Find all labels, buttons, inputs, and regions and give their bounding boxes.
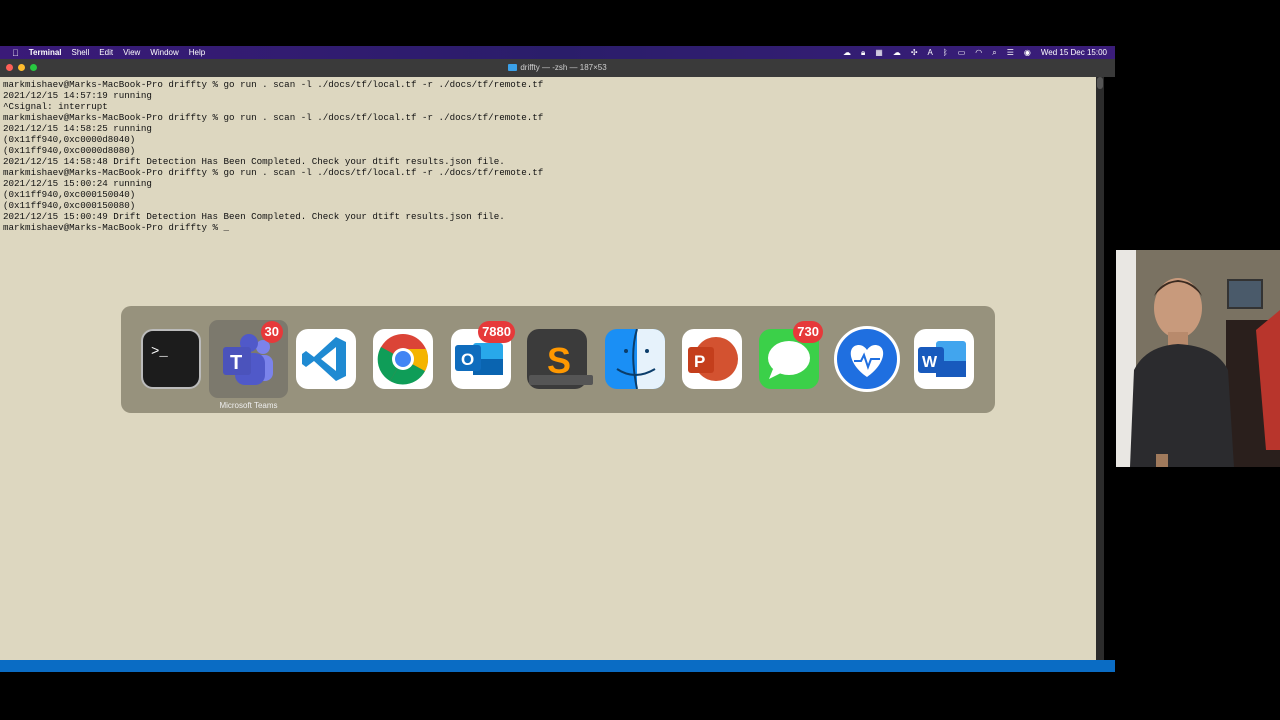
word-icon[interactable]: W [914,329,974,389]
vscode-icon[interactable] [296,329,356,389]
svg-text:>_: >_ [151,344,168,360]
heart-monitor-icon[interactable] [834,326,900,392]
terminal-line: 2021/12/15 15:00:24 running [3,178,152,189]
app-switcher-selected-label: Microsoft Teams [219,401,278,410]
menubar-clock[interactable]: Wed 15 Dec 15:00 [1041,48,1107,57]
menu-window[interactable]: Window [150,48,178,57]
scrollbar-thumb[interactable] [1097,77,1103,89]
terminal-scrollbar[interactable] [1096,77,1104,664]
app-switcher: >_ T 30 O 7880 S P 730 W Microsoft Teams [121,306,995,413]
svg-text:O: O [461,350,474,369]
terminal-line: 2021/12/15 14:58:25 running [3,123,152,134]
svg-text:S: S [547,340,571,381]
svg-text:P: P [694,352,705,371]
terminal-line: (0x11ff940,0xc000150080) [3,200,136,211]
menu-bar:  Terminal Shell Edit View Window Help ☁… [0,46,1115,59]
terminal-line: (0x11ff940,0xc0000d8040) [3,134,136,145]
siri-icon[interactable]: ◉ [1024,48,1031,57]
window-title: driffty — -zsh — 187×53 [520,63,607,72]
messages-icon[interactable]: 730 [759,321,823,389]
battery-icon[interactable]: ▭ [958,48,966,57]
wifi-icon[interactable]: ◠ [975,48,982,57]
folder-icon [508,64,518,71]
terminal-line: (0x11ff940,0xc0000d8080) [3,145,136,156]
outlook-badge: 7880 [478,321,515,343]
menu-edit[interactable]: Edit [99,48,113,57]
terminal-line: markmishaev@Marks-MacBook-Pro driffty % … [3,112,544,123]
svg-text:W: W [922,354,938,371]
fan-icon[interactable]: ✣ [911,48,918,57]
terminal-line: 2021/12/15 14:57:19 running [3,90,152,101]
svg-text:T: T [230,352,242,374]
outlook-icon[interactable]: O 7880 [451,321,515,389]
terminal-line: markmishaev@Marks-MacBook-Pro driffty % … [3,222,230,233]
bluetooth-icon[interactable]: ᛒ [943,48,948,57]
teams-icon[interactable]: T 30 [219,321,283,389]
webcam-video [1116,250,1280,467]
terminal-icon[interactable]: >_ [141,329,201,389]
weather-icon[interactable]: ☁ [893,48,901,57]
menu-shell[interactable]: Shell [72,48,90,57]
control-center-icon[interactable]: ☰ [1007,48,1014,57]
menu-help[interactable]: Help [189,48,205,57]
finder-icon[interactable] [605,329,665,389]
powerpoint-icon[interactable]: P [682,329,742,389]
terminal-lines: markmishaev@Marks-MacBook-Pro driffty % … [3,79,543,233]
editor-status-bar [0,660,1115,672]
terminal-line: markmishaev@Marks-MacBook-Pro driffty % … [3,79,544,90]
terminal-line: 2021/12/15 15:00:49 Drift Detection Has … [3,211,505,222]
sublime-icon[interactable]: S [527,329,593,389]
terminal-line: (0x11ff940,0xc000150040) [3,189,136,200]
chrome-icon[interactable] [373,329,433,389]
window-titlebar[interactable]: driffty — -zsh — 187×53 [0,59,1115,77]
apple-icon[interactable]:  [12,48,19,58]
terminal-line: markmishaev@Marks-MacBook-Pro driffty % … [3,167,544,178]
status-menus: ☁ 🔒︎ ▦ ☁ ✣ A ᛒ ▭ ◠ ⌕ ☰ ◉ Wed 15 Dec 15:0… [843,46,1107,59]
terminal-line: ^Csignal: interrupt [3,101,108,112]
menu-terminal[interactable]: Terminal [29,48,62,57]
grid-icon[interactable]: ▦ [875,48,883,57]
cloud-icon[interactable]: ☁ [843,48,851,57]
messages-badge: 730 [793,321,823,343]
terminal-line: 2021/12/15 14:58:48 Drift Detection Has … [3,156,505,167]
teams-badge: 30 [260,321,283,343]
spotlight-icon[interactable]: ⌕ [992,48,996,58]
keyboard-icon[interactable]: A [928,48,933,57]
lock-icon[interactable]: 🔒︎ [861,48,865,58]
menu-view[interactable]: View [123,48,140,57]
